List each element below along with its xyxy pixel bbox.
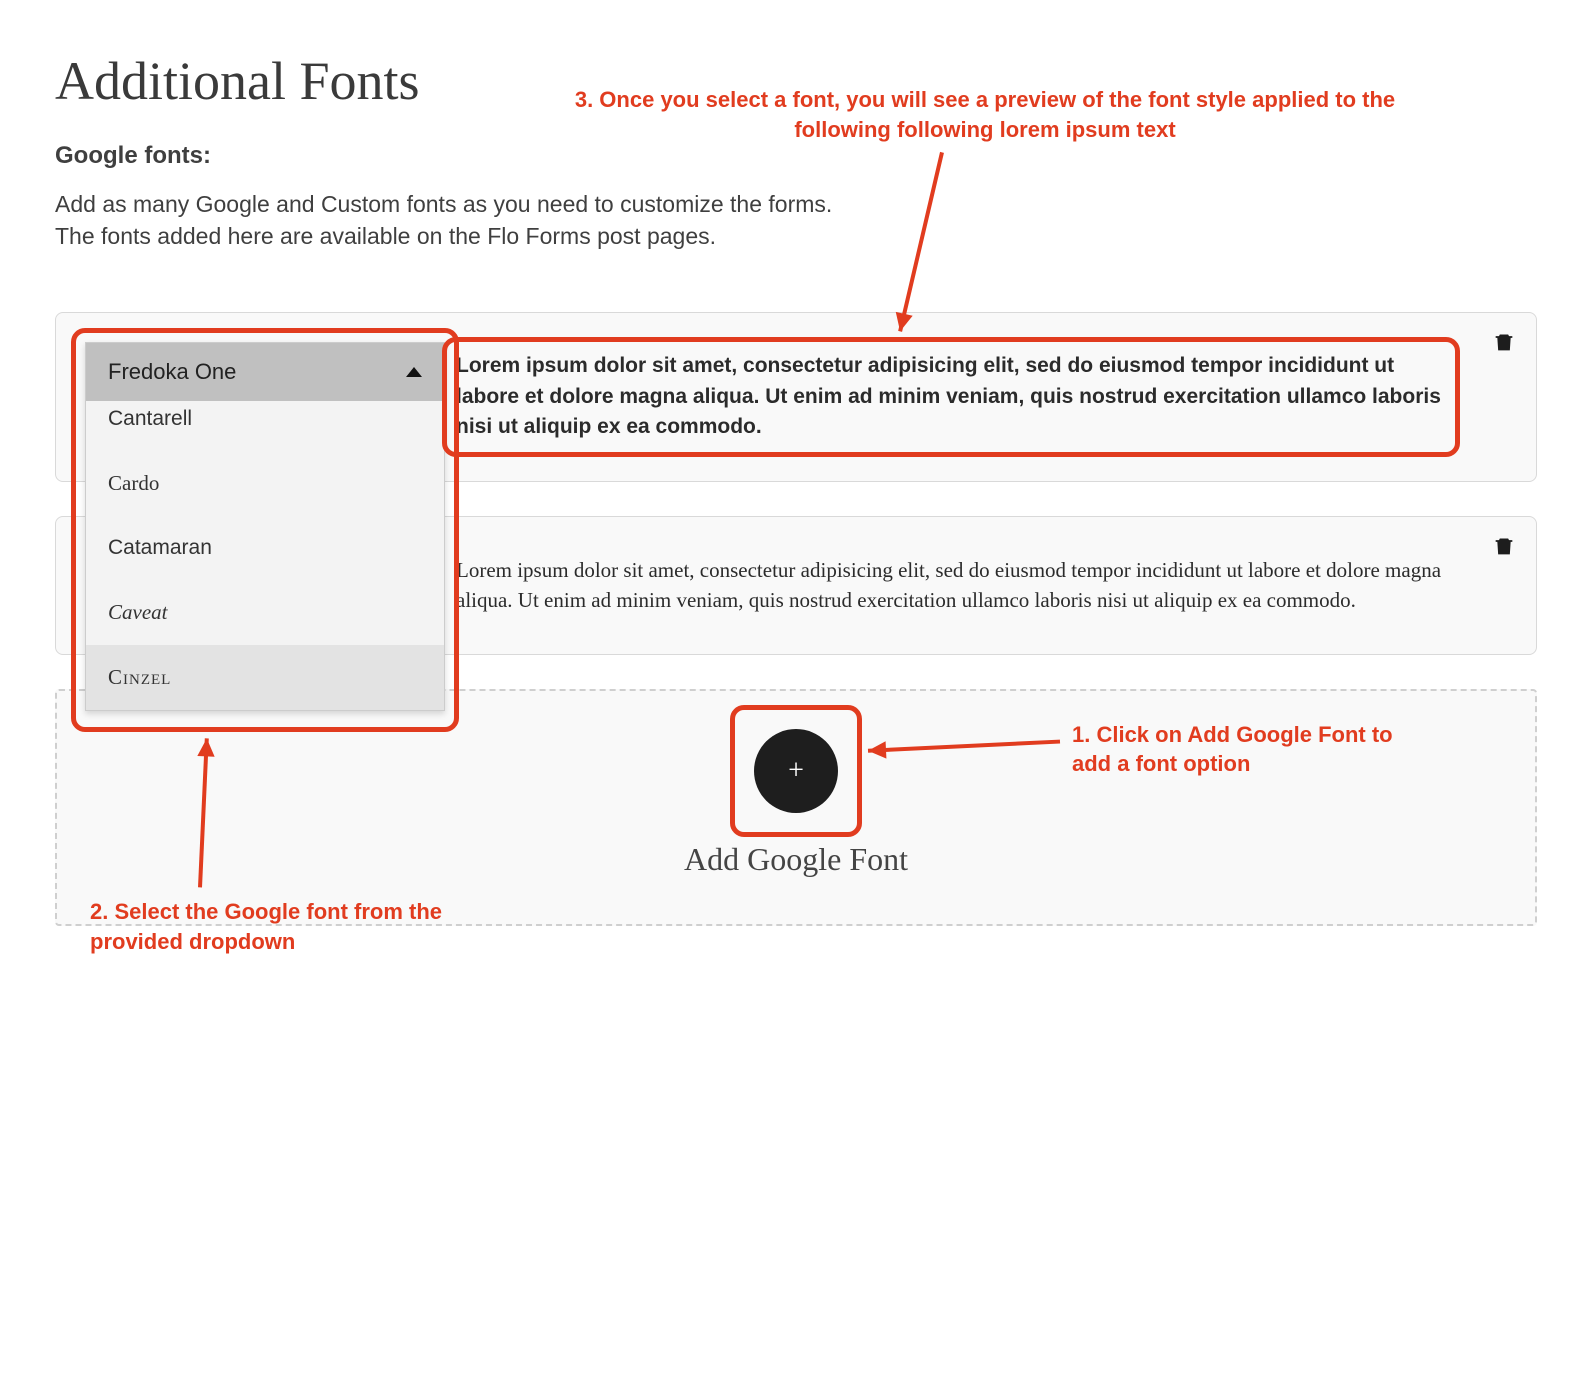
- annotation-arrows: [0, 0, 1592, 976]
- annotation-step-1: 1. Click on Add Google Font to add a fon…: [1072, 720, 1432, 779]
- annotation-step-2: 2. Select the Google font from the provi…: [90, 897, 460, 956]
- annotation-step-3: 3. Once you select a font, you will see …: [555, 85, 1415, 144]
